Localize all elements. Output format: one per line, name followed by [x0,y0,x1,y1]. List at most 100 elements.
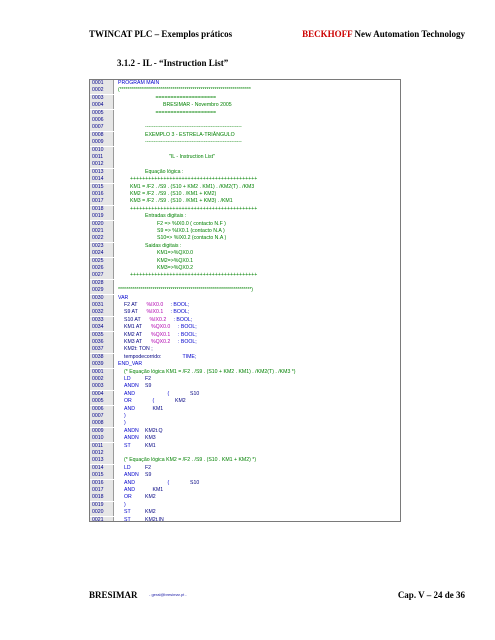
line-number: 0019 [90,213,114,221]
declaration-line: 0036 KM3 AT %QX0.2: BOOL; [90,339,400,346]
line-number: 0021 [90,228,114,235]
code-token-keyword: AND [124,487,135,493]
body-line: 0013 (* Equação lógica KM2 = /F2 . /S9 . … [90,457,400,465]
line-number: 0038 [90,353,114,361]
line-number: 0005 [90,109,114,117]
code-token-keyword: AND [124,390,135,397]
code-token-comment: ==================== [155,94,217,101]
code-token-keyword: VAR [118,294,129,301]
code-token-address: %QX0.1 [151,331,171,338]
declaration-line: 0030 VAR [90,294,400,302]
body-line: 0012 [90,450,400,457]
code-token-comment: KM2 = /F2 . /S9 . (S10 . /KM1 + KM2) [130,191,217,197]
code-token-comment: ==================== [155,109,217,116]
code-token-comment: "IL - Instruction List" [169,154,215,160]
declaration-line: 0010 [90,146,400,154]
line-number: 0035 [90,331,114,339]
body-line: 0001 (* Equação lógica KM1 = /F2 . /S9 . … [90,368,400,376]
code-token-comment: (* Equação lógica KM1 = /F2 . /S9 . (S10… [124,368,296,375]
line-number: 0022 [90,235,114,243]
code-token-text: KM2 [175,398,186,405]
declaration-line: 0035 KM2 AT %QX0.1: BOOL; [90,331,400,339]
line-number: 0032 [90,309,114,317]
line-number: 0025 [90,257,114,265]
line-number: 0016 [90,479,114,487]
line-number: 0007 [90,413,114,420]
declaration-line: 0002 (***********************************… [90,87,400,95]
line-number: 0020 [90,220,114,228]
declaration-line: 0026 KM3=>%QX0.2 [90,265,400,272]
code-token-keyword: AND [124,479,135,486]
code-token-keyword: ANDN [124,427,139,434]
line-number: 0020 [90,509,114,517]
footer-email-link[interactable]: - geral@bresimar.pt - [149,592,187,597]
code-token-text: tempodecorrido: [124,353,163,360]
code-token-comment: S10=> %IX0.2 (contacto N.A ) [157,235,227,242]
body-line: 0014 LD F2 [90,464,400,472]
declaration-line: 0005 ==================== [90,109,400,117]
code-token-text: F2 [145,464,152,471]
code-token-comment: ****************************************… [118,287,253,294]
line-number: 0006 [90,117,114,124]
declaration-line: 0028 [90,279,400,287]
code-token-text: S10 [190,479,200,486]
declaration-line: 0024 KM1=>%QX0.0 [90,250,400,258]
line-number: 0031 [90,302,114,309]
body-line: 0009 ANDN KM2t.Q [90,427,400,435]
code-token-keyword: : BOOL; [178,339,197,345]
code-token-text: S10 AT [124,316,142,323]
line-number: 0010 [90,435,114,443]
body-line: 0011 ST KM1 [90,442,400,450]
declaration-line: 0029 ************************************… [90,287,400,295]
declaration-line: 0004 BRESIMAR - Novembro 2005 [90,102,400,110]
body-line: 0005 OR (KM2 [90,398,400,406]
code-token-keyword: END_VAR [118,361,143,368]
line-number: 0007 [90,124,114,132]
line-number: 0002 [90,87,114,95]
line-number: 0014 [90,464,114,472]
code-token-keyword: PROGRAM MAIN [118,80,160,86]
code-token-comment: EXEMPLO 3 - ESTRELA-TRIÂNGULO [145,131,235,138]
line-number: 0009 [90,139,114,147]
code-token-text: KM1 [152,405,164,412]
code-token-text: S9 [145,383,152,390]
code-editor-panel: 0001 PROGRAM MAIN 0002 (*******************… [89,79,401,522]
line-number: 0014 [90,176,114,184]
line-number: 0033 [90,316,114,324]
body-line: 0004 AND ( S10 [90,390,400,398]
line-number: 0004 [90,390,114,398]
code-token-comment: S9 => %IX0.1 (contacto N.A ) [157,228,225,234]
code-token-comment: KM3 = /F2 . /S9 . (S10 . /KM1 + KM3) . /… [130,198,233,205]
code-token-keyword: AND [124,405,135,412]
declaration-line: 0016 KM2 = /F2 . /S9 . (S10 . /KM1 + KM2) [90,191,400,198]
line-number: 0012 [90,161,114,169]
code-token-keyword: ANDN [124,383,139,390]
declaration-line: 0019 Entradas digitais : [90,213,400,221]
footer-page-number: Cap. V – 24 de 36 [397,590,465,600]
code-token-comment: F2 => %IX0.0 ( contacto N.F ) [157,220,226,227]
line-number: 0030 [90,294,114,302]
code-token-text: S9 [145,472,152,479]
code-token-keyword: LD [124,464,131,471]
line-number: 0024 [90,250,114,258]
declaration-line: 0021 S9 => %IX0.1 (contacto N.A ) [90,228,400,235]
body-line: 0017 AND KM1 [90,487,400,494]
code-token-comment: Saidas digitais : [145,242,182,249]
body-line: 0016 AND (S10 [90,479,400,487]
line-number: 0001 [90,80,114,87]
line-number: 0018 [90,205,114,213]
code-token-keyword: ( [167,390,170,397]
declaration-line: 0008 EXEMPLO 3 - ESTRELA-TRIÂNGULO [90,131,400,139]
brand-name: BECKHOFF [302,29,353,39]
line-number: 0002 [90,376,114,383]
line-number: 0039 [90,361,114,369]
line-number: 0026 [90,265,114,272]
code-token-text: S10 [190,390,200,397]
code-token-comment: BRESIMAR - Novembro 2005 [163,102,232,109]
line-number: 0016 [90,191,114,198]
declaration-line: 0006 [90,117,400,124]
code-token-keyword: ANDN [124,435,139,442]
declaration-line: 0037 KM2t: TON ; [90,346,400,354]
code-token-address: %IX0.0 [146,302,164,308]
code-token-text: KM1 [152,487,164,493]
